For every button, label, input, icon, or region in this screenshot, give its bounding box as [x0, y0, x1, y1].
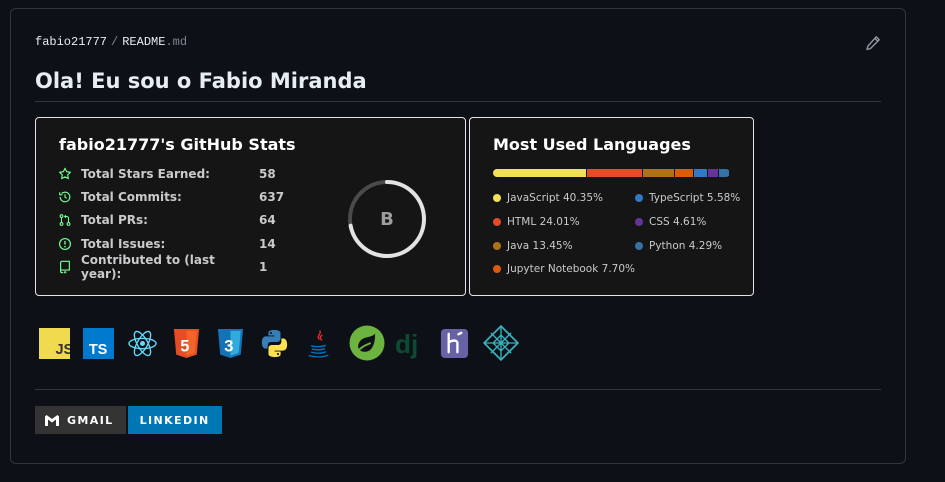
heading-divider: [35, 101, 881, 102]
stat-label: Total PRs:: [81, 213, 148, 227]
stat-label: Contributed to (last year):: [81, 253, 215, 281]
django-label: dj: [395, 329, 418, 359]
readme-heading: Ola! Eu sou o Fabio Miranda: [35, 69, 367, 93]
netlify-icon: [483, 325, 519, 361]
stat-value: 14: [259, 237, 276, 251]
language-bar-segment: [674, 169, 693, 177]
language-bar-segment: [586, 169, 643, 177]
pencil-icon: [866, 36, 880, 51]
linkedin-badge-label: LINKEDIN: [139, 413, 210, 427]
tech-stack-icons: JS TS 5 3: [39, 325, 532, 361]
language-percent: 7.70%: [601, 263, 636, 275]
python-icon: [261, 329, 288, 357]
stat-label: Total Stars Earned:: [81, 167, 210, 181]
language-color-dot: [493, 194, 501, 202]
language-percent: 13.45%: [532, 240, 573, 252]
language-bar-segment: [643, 169, 674, 177]
history-icon: [59, 191, 71, 203]
star-icon: [59, 167, 71, 180]
issue-icon: [59, 238, 71, 250]
language-color-dot: [635, 194, 643, 202]
language-item-css: CSS 4.61%: [635, 216, 706, 228]
edit-file-button[interactable]: [865, 35, 883, 53]
language-name: Jupyter Notebook: [507, 263, 599, 275]
language-item-html: HTML 24.01%: [493, 216, 580, 228]
language-color-dot: [493, 218, 501, 226]
language-name: Python: [649, 240, 686, 252]
language-color-dot: [635, 218, 643, 226]
html5-label: 5: [180, 337, 189, 355]
stat-value: 58: [259, 167, 276, 181]
language-item-javascript: JavaScript 40.35%: [493, 192, 603, 204]
spring-icon: [349, 325, 385, 361]
language-bar-segment: [693, 169, 707, 177]
stats-card-title: fabio21777's GitHub Stats: [59, 135, 296, 154]
js-label: JS: [55, 342, 70, 358]
linkedin-badge[interactable]: LINKEDIN: [127, 406, 222, 434]
language-item-python: Python 4.29%: [635, 240, 722, 252]
css3-label: 3: [224, 337, 233, 355]
github-stats-card[interactable]: fabio21777's GitHub Stats Total Stars Ea…: [35, 117, 466, 296]
file-extension: .md: [165, 35, 188, 49]
language-percent: 4.29%: [688, 240, 723, 252]
language-name: TypeScript: [649, 192, 704, 204]
stat-value: 1: [259, 260, 268, 274]
language-name: JavaScript: [507, 192, 560, 204]
language-bar-segment: [707, 169, 719, 177]
typescript-icon: TS: [83, 327, 114, 359]
readme-container: fabio21777 / README.md Ola! Eu sou o Fab…: [10, 8, 906, 464]
file-name: README: [122, 35, 166, 49]
language-item-typescript: TypeScript 5.58%: [635, 192, 740, 204]
repo-icon: [60, 260, 70, 274]
language-percent: 5.58%: [706, 192, 741, 204]
stat-row-issues: Total Issues: 14: [58, 236, 276, 252]
section-divider: [35, 389, 881, 390]
stat-label: Total Commits:: [81, 190, 182, 204]
pull-request-icon: [59, 214, 71, 226]
stat-value: 637: [259, 190, 285, 204]
ts-label: TS: [89, 342, 108, 358]
language-bar-segment: [493, 169, 586, 177]
heroku-icon: [440, 328, 469, 358]
language-item-jupyter-notebook: Jupyter Notebook 7.70%: [493, 263, 635, 275]
html5-icon: 5: [173, 328, 200, 358]
css3-icon: 3: [217, 328, 244, 358]
stat-row-prs: Total PRs: 64: [58, 212, 276, 228]
language-color-dot: [635, 242, 643, 250]
breadcrumb-file: README.md: [122, 35, 187, 49]
language-name: CSS: [649, 216, 670, 228]
language-bar-segment: [719, 169, 729, 177]
stat-row-commits: Total Commits: 637: [58, 189, 284, 205]
django-icon: dj: [395, 329, 418, 359]
stat-row-contributed: Contributed to (last year): 1: [58, 253, 268, 281]
react-icon: [128, 330, 157, 356]
most-used-languages-card[interactable]: Most Used Languages JavaScript 40.35% HT…: [469, 117, 754, 296]
language-color-dot: [493, 242, 501, 250]
language-percent: 4.61%: [673, 216, 707, 228]
contact-badges: GMAIL LINKEDIN: [35, 406, 222, 434]
language-name: Java: [507, 240, 530, 252]
breadcrumb: fabio21777 / README.md: [35, 35, 187, 49]
javascript-icon: JS: [39, 327, 70, 359]
gmail-badge[interactable]: GMAIL: [35, 406, 126, 434]
java-icon: [308, 329, 329, 358]
language-name: HTML: [507, 216, 537, 228]
language-color-dot: [493, 265, 501, 273]
gmail-badge-label: GMAIL: [67, 413, 114, 427]
language-item-java: Java 13.45%: [493, 240, 573, 252]
breadcrumb-owner[interactable]: fabio21777: [35, 35, 107, 49]
language-percent: 40.35%: [562, 192, 604, 204]
stat-row-stars: Total Stars Earned: 58: [58, 166, 276, 182]
stat-value: 64: [259, 213, 276, 227]
rank-letter: B: [380, 208, 394, 230]
breadcrumb-separator: /: [111, 35, 119, 49]
language-progress-bar: [493, 169, 730, 177]
stat-label: Total Issues:: [81, 237, 166, 251]
languages-card-title: Most Used Languages: [493, 135, 691, 154]
gmail-icon: [45, 414, 59, 426]
language-percent: 24.01%: [539, 216, 580, 228]
